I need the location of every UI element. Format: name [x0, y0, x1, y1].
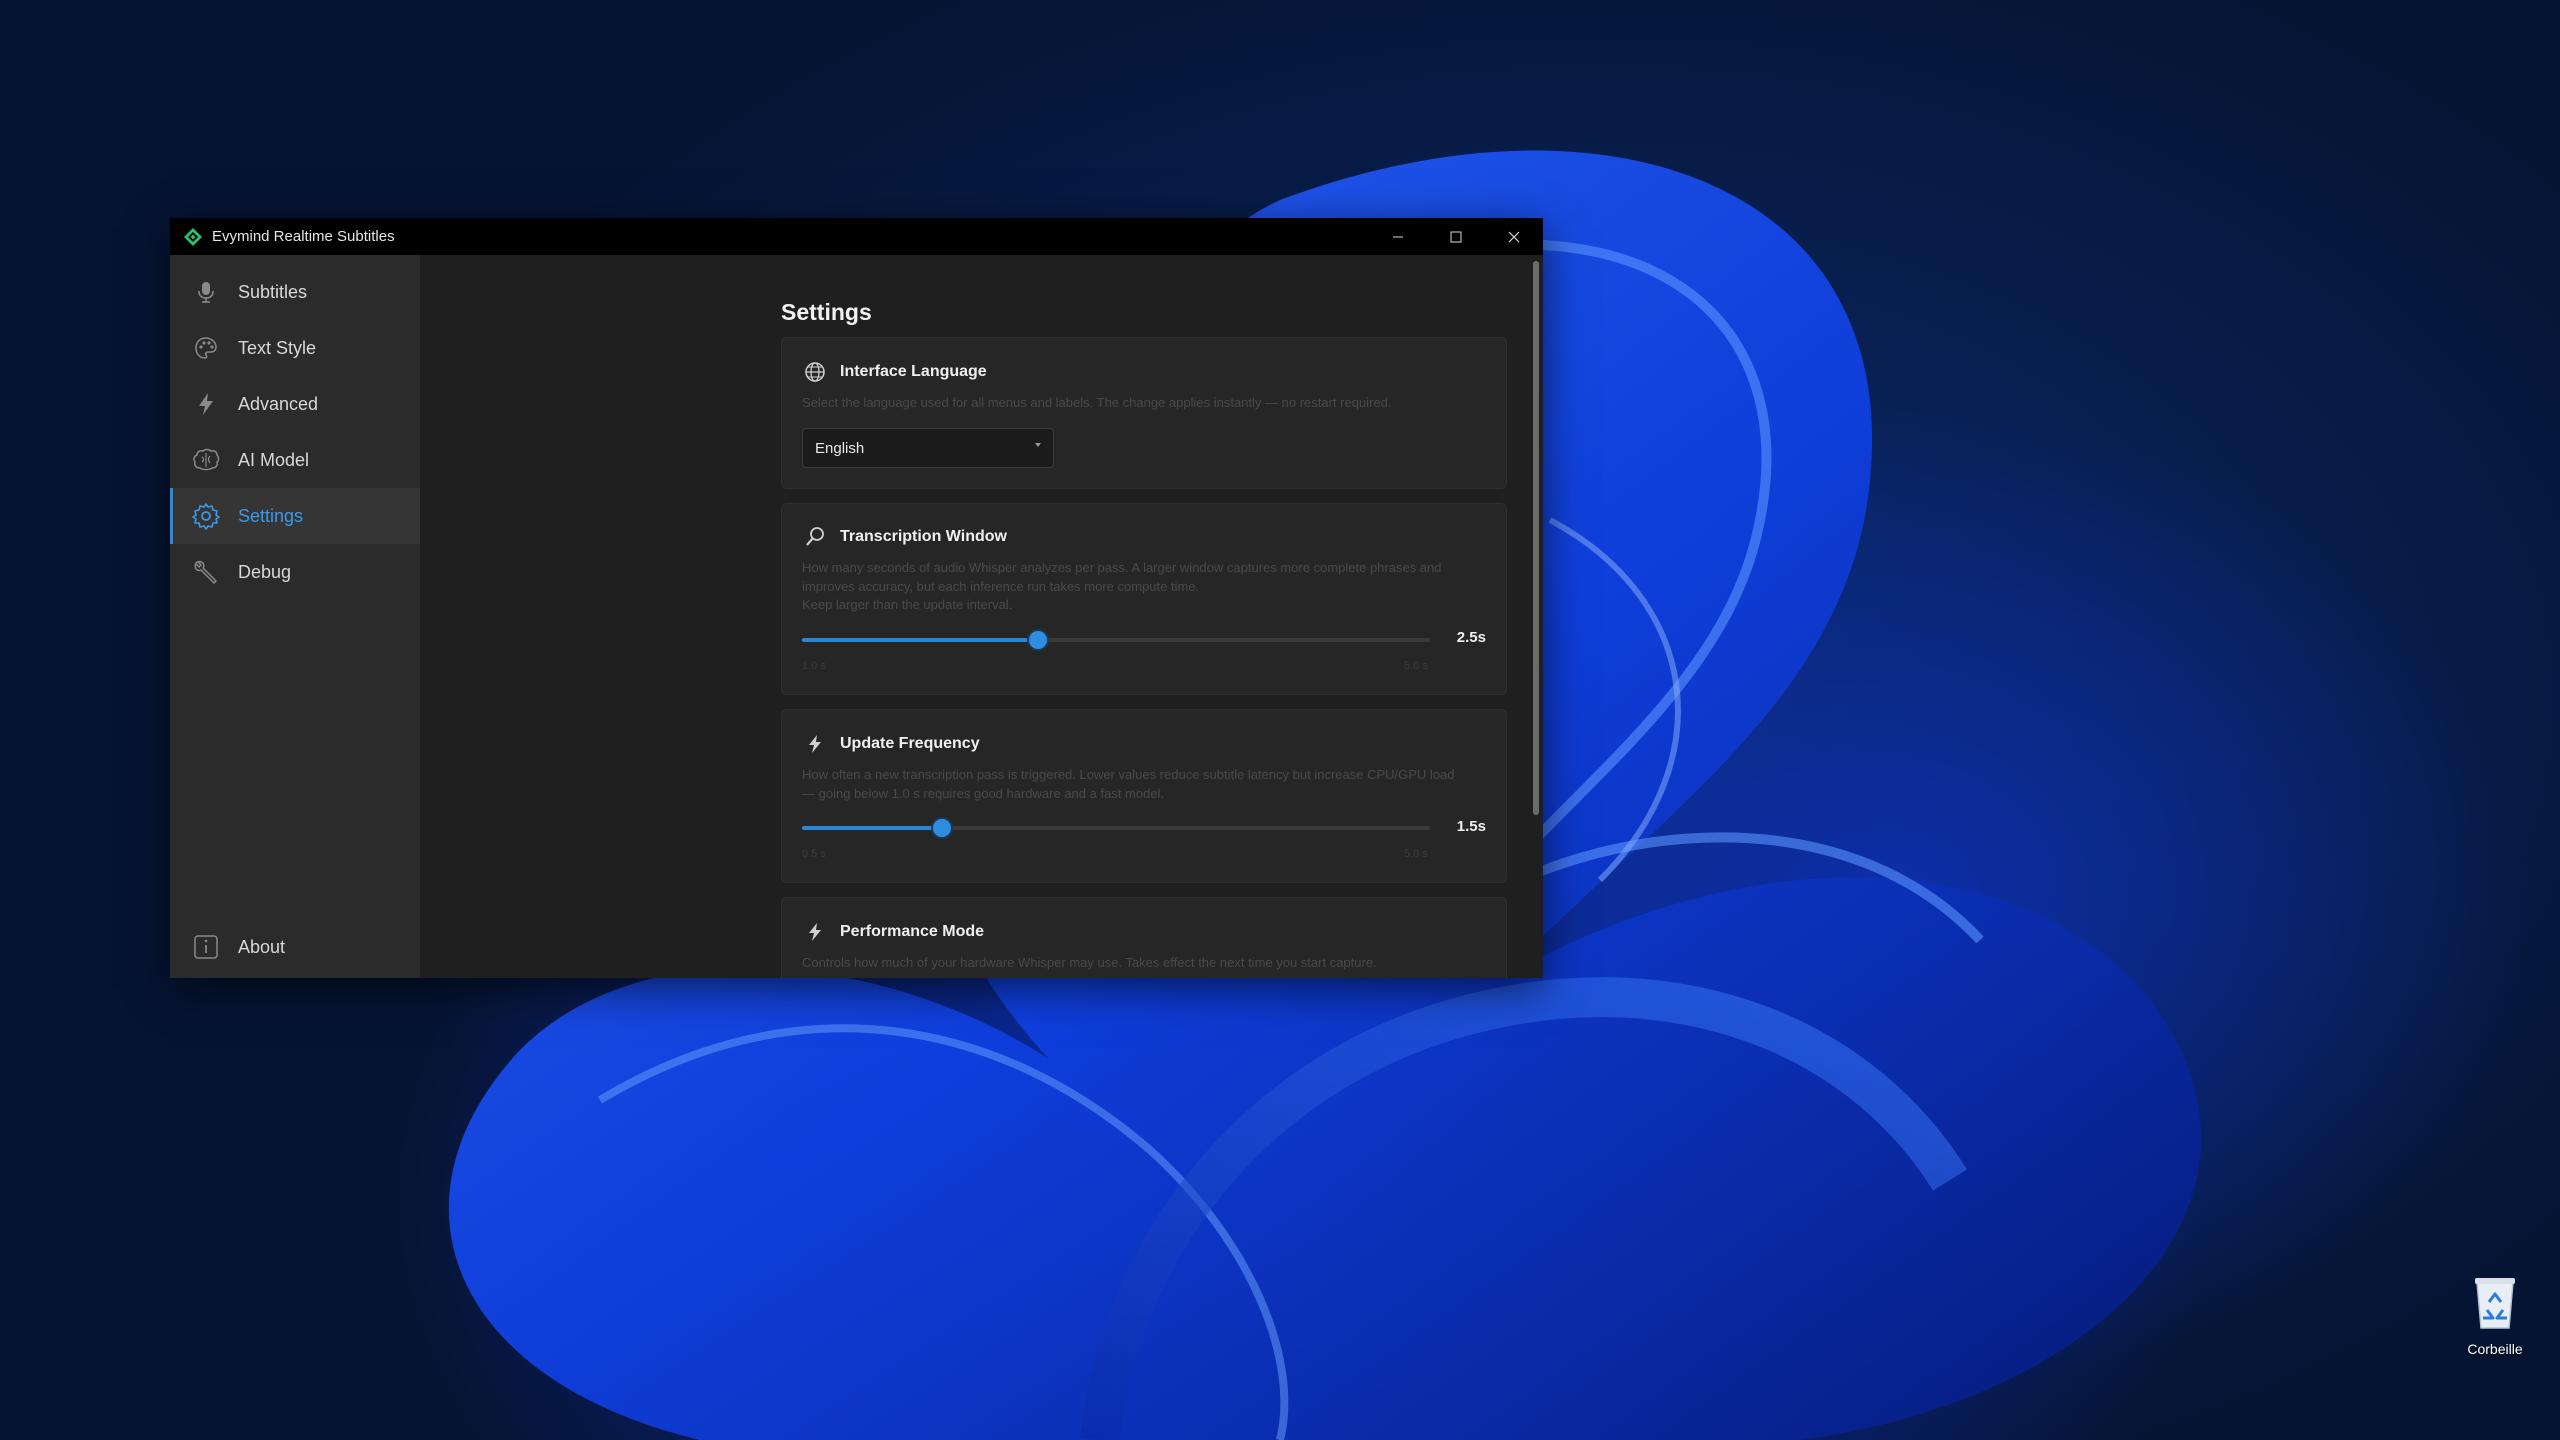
language-select[interactable]: English [802, 428, 1054, 468]
wrench-icon [192, 558, 220, 586]
update-frequency-value: 1.5s [1456, 818, 1486, 835]
lightning-icon [192, 390, 220, 418]
transcription-title: Transcription Window [840, 528, 1007, 545]
language-select-value: English [815, 439, 865, 457]
sidebar-item-label: Text Style [238, 337, 317, 358]
sidebar-item-label: Advanced [238, 393, 319, 414]
globe-icon [804, 361, 826, 383]
transcription-card: Transcription Window How many seconds of… [781, 503, 1507, 695]
microphone-icon [192, 278, 220, 306]
brain-icon [192, 446, 220, 474]
info-icon [192, 933, 220, 961]
sidebar: Subtitles Text Style Advanced AI Model S… [170, 255, 420, 978]
slider-thumb[interactable] [932, 819, 951, 837]
vertical-scrollbar[interactable] [1533, 261, 1539, 815]
magnifier-icon [804, 526, 826, 548]
sidebar-item-ai-model[interactable]: AI Model [170, 432, 420, 488]
update-frequency-card: Update Frequency How often a new transcr… [781, 709, 1507, 883]
language-description: Select the language used for all menus a… [802, 395, 1392, 410]
sidebar-item-subtitles[interactable]: Subtitles [170, 264, 420, 320]
lightning-icon [804, 921, 826, 943]
performance-card: Performance Mode Controls how much of yo… [781, 897, 1507, 978]
chevron-down-icon [1035, 443, 1041, 447]
slider-fill [802, 638, 1038, 642]
palette-icon [192, 334, 220, 362]
performance-description: Controls how much of your hardware Whisp… [802, 955, 1377, 970]
sidebar-item-label: About [238, 936, 286, 957]
update-frequency-title: Update Frequency [840, 735, 980, 752]
sidebar-item-advanced[interactable]: Advanced [170, 376, 420, 432]
slider-max-label: 5.0 s [1404, 848, 1428, 860]
sidebar-item-about[interactable]: About [170, 919, 420, 975]
lightning-icon [804, 733, 826, 755]
sidebar-item-text-style[interactable]: Text Style [170, 320, 420, 376]
transcription-description: How many seconds of audio Whisper analyz… [802, 560, 1442, 594]
slider-fill [802, 826, 942, 830]
performance-title: Performance Mode [840, 923, 985, 940]
gear-icon [192, 502, 220, 530]
app-logo-icon [184, 227, 202, 246]
slider-max-label: 5.0 s [1404, 660, 1428, 672]
transcription-slider[interactable] [802, 631, 1430, 649]
slider-min-label: 0.5 s [802, 848, 826, 860]
transcription-description-note: Keep larger than the update interval. [802, 597, 1013, 612]
recycle-bin[interactable]: Corbeille [2450, 1272, 2540, 1357]
slider-min-label: 1.0 s [802, 660, 826, 672]
language-card: Interface Language Select the language u… [781, 337, 1507, 489]
recycle-bin-label: Corbeille [2467, 1341, 2523, 1357]
close-icon [1508, 231, 1520, 242]
content-area: Settings Interface Language Select the l… [420, 255, 1543, 978]
minimize-icon [1393, 236, 1403, 237]
maximize-button[interactable] [1427, 218, 1485, 255]
language-title: Interface Language [840, 363, 987, 380]
window-title: Evymind Realtime Subtitles [212, 228, 395, 245]
sidebar-item-label: Settings [238, 505, 304, 526]
update-frequency-slider[interactable] [802, 819, 1430, 837]
sidebar-item-label: Subtitles [238, 281, 308, 302]
minimize-button[interactable] [1369, 218, 1427, 255]
title-bar[interactable]: Evymind Realtime Subtitles [170, 218, 1543, 255]
sidebar-item-settings[interactable]: Settings [170, 488, 420, 544]
recycle-bin-icon [2475, 1278, 2515, 1329]
update-frequency-description: How often a new transcription pass is tr… [802, 767, 1455, 801]
transcription-value: 2.5s [1456, 629, 1486, 646]
close-button[interactable] [1485, 218, 1543, 255]
sidebar-item-label: AI Model [238, 449, 310, 470]
app-window: Evymind Realtime Subtitles Subtitles Tex… [170, 218, 1543, 978]
sidebar-item-debug[interactable]: Debug [170, 544, 420, 600]
sidebar-item-label: Debug [238, 561, 292, 582]
page-title: Settings [781, 299, 872, 325]
maximize-icon [1450, 231, 1462, 242]
slider-thumb[interactable] [1028, 631, 1047, 649]
